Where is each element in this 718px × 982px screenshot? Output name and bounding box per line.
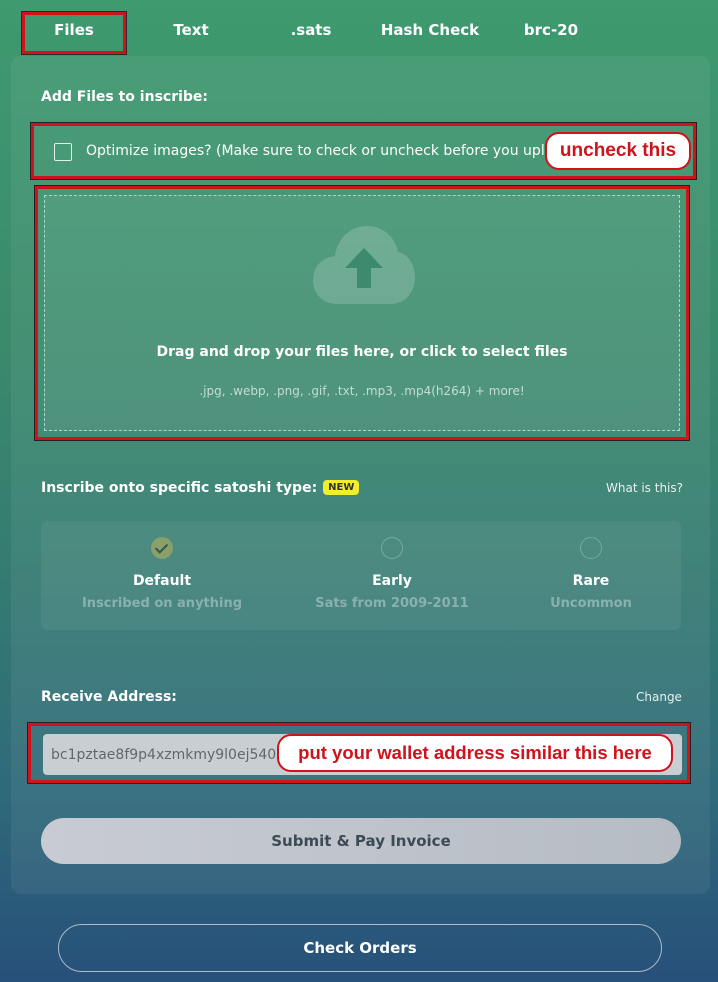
radio-icon <box>381 537 403 559</box>
sat-option-name: Rare <box>572 573 610 589</box>
change-address-link[interactable]: Change <box>636 690 682 704</box>
satoshi-type-options: Default Inscribed on anything Early Sats… <box>41 521 681 630</box>
uncheck-annotation: uncheck this <box>545 132 691 170</box>
dropzone-title: Drag and drop your files here, or click … <box>156 344 568 360</box>
receive-address-heading: Receive Address: <box>41 689 177 705</box>
sat-option-desc: Uncommon <box>550 596 632 611</box>
tab-text[interactable]: Text <box>150 12 232 48</box>
check-icon <box>151 537 173 559</box>
sat-option-desc: Sats from 2009-2011 <box>315 596 469 611</box>
sat-option-rare[interactable]: Rare Uncommon <box>491 521 691 630</box>
new-badge: NEW <box>323 480 360 495</box>
submit-pay-invoice-button[interactable]: Submit & Pay Invoice <box>41 818 681 864</box>
satoshi-type-heading: Inscribe onto specific satoshi type: NEW <box>41 480 360 496</box>
dropzone-highlight: Drag and drop your files here, or click … <box>35 186 689 440</box>
tab-bar: Files Text .sats Hash Check brc-20 <box>0 0 718 56</box>
dropzone-file-types: .jpg, .webp, .png, .gif, .txt, .mp3, .mp… <box>199 384 525 398</box>
add-files-heading: Add Files to inscribe: <box>41 89 209 105</box>
tab-brc-20[interactable]: brc-20 <box>510 12 592 48</box>
tab-sats[interactable]: .sats <box>270 12 352 48</box>
sat-option-name: Default <box>132 573 192 589</box>
optimize-images-checkbox[interactable] <box>54 143 72 161</box>
wallet-address-annotation: put your wallet address similar this her… <box>277 734 673 772</box>
satoshi-type-label: Inscribe onto specific satoshi type: <box>41 480 318 496</box>
optimize-images-label: Optimize images? (Make sure to check or … <box>86 143 556 159</box>
sat-option-desc: Inscribed on anything <box>81 596 243 611</box>
tab-hash-check[interactable]: Hash Check <box>378 12 482 48</box>
cloud-upload-icon <box>313 226 415 304</box>
tab-files[interactable]: Files <box>22 12 126 54</box>
sat-option-name: Early <box>372 573 412 589</box>
file-dropzone[interactable]: Drag and drop your files here, or click … <box>44 195 680 431</box>
radio-icon <box>580 537 602 559</box>
sat-option-early[interactable]: Early Sats from 2009-2011 <box>292 521 492 630</box>
check-orders-button[interactable]: Check Orders <box>58 924 662 972</box>
sat-option-default[interactable]: Default Inscribed on anything <box>62 521 262 630</box>
what-is-this-link[interactable]: What is this? <box>606 481 683 495</box>
